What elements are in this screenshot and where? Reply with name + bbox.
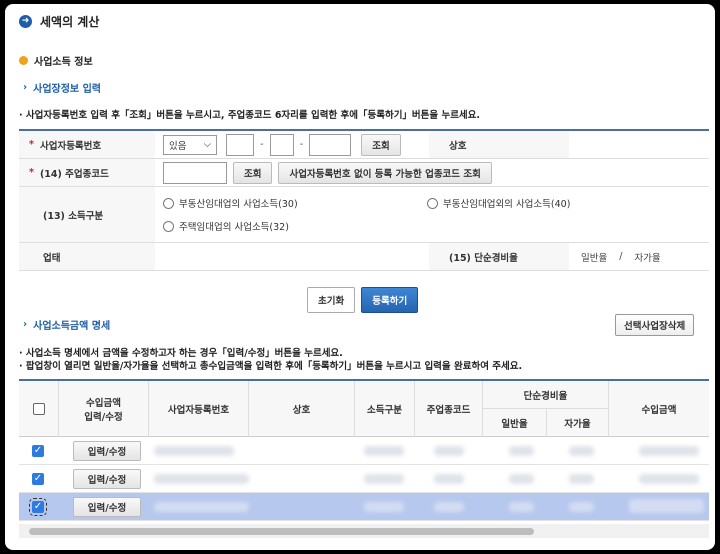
reg-no-part2-input[interactable] [269, 133, 294, 156]
radio-option-30[interactable]: 부동산임대업의 사업소득(30) [163, 196, 298, 210]
form-actions: 초기화 등록하기 [307, 287, 419, 313]
row-checkbox[interactable]: ✓ [29, 498, 47, 516]
radio-icon [427, 197, 438, 209]
income-type-options: 부동산임대업의 사업소득(30) 부동산임대업외의 사업소득(40) 주택임대업… [155, 187, 709, 242]
header-revenue: 수입금액 [641, 405, 677, 416]
header-income-type: 소득구분 [355, 381, 415, 437]
form-row-reg-no: * 사업자등록번호 있음 ⌵ - - 조회 상호 [19, 131, 709, 159]
delete-selected-button[interactable]: 선택사업장삭제 [615, 314, 695, 336]
reg-no-label: * 사업자등록번호 [19, 131, 155, 158]
horizontal-scrollbar[interactable] [19, 524, 709, 538]
redacted-revenue [639, 474, 699, 484]
subsection-income-detail: › 사업소득금액 명세 [23, 317, 110, 332]
subsection-title: 사업소득금액 명세 [33, 321, 111, 332]
redacted-income-type [364, 474, 404, 484]
redacted-self [569, 446, 594, 456]
reg-no-part1-input[interactable] [226, 133, 254, 156]
redacted-general [509, 474, 534, 484]
redacted-reg-no [154, 502, 249, 512]
section-header: 사업소득 정보 [19, 53, 93, 68]
header-simple-rate: 단순경비율 [483, 381, 609, 409]
table-row-selected: ✓ 입력/수정 [19, 493, 709, 521]
lookup-button[interactable]: 조회 [361, 133, 401, 156]
table-row: ✓ 입력/수정 [19, 437, 709, 465]
reg-no-value: 있음 ⌵ - - 조회 [155, 131, 429, 158]
code-no-reg-lookup-button[interactable]: 사업자등록번호 없이 등록 가능한 업종코드 조회 [278, 161, 492, 184]
dash-separator: - [299, 139, 304, 150]
redacted-reg-no [154, 474, 249, 484]
header-reg-no: 사업자등록번호 [149, 381, 249, 437]
chevron-down-icon: ⌵ [203, 139, 211, 150]
redacted-main-code [434, 446, 464, 456]
instruction-text-2: · 팝업창이 열리면 일반율/자가율을 선택하고 총수입금액을 입력한 후에「등… [19, 361, 523, 372]
biz-type-label: 업태 [19, 243, 155, 270]
redacted-main-code [434, 502, 464, 512]
register-button[interactable]: 등록하기 [361, 287, 419, 313]
redacted-revenue [629, 499, 704, 513]
select-all-checkbox[interactable] [32, 403, 45, 415]
code-label: * (14) 주업종코드 [19, 159, 155, 186]
chevron-right-icon: › [23, 82, 28, 93]
redacted-revenue [639, 446, 699, 456]
redacted-income-type [364, 446, 404, 456]
business-form: * 사업자등록번호 있음 ⌵ - - 조회 상호 * (14) 주업종코드 조회… [19, 129, 709, 271]
header-self-rate: 자가율 [547, 409, 609, 437]
edit-button[interactable]: 입력/수정 [73, 441, 141, 461]
header-income-edit: 수입금액 입력/수정 [59, 381, 149, 437]
section-title: 사업소득 정보 [34, 57, 93, 68]
header-general-rate: 일반율 [483, 409, 547, 437]
radio-icon [163, 197, 174, 209]
simple-rate-value: 일반율 / 자가율 [581, 251, 661, 264]
main-panel: ➜ 세액의 계산 사업소득 정보 › 사업장정보 입력 · 사업자등록번호 입력… [5, 4, 715, 550]
radio-option-40[interactable]: 부동산임대업외의 사업소득(40) [427, 196, 570, 210]
radio-icon [163, 220, 174, 232]
arrow-right-icon: ➜ [19, 15, 32, 28]
code-value: 조회 사업자등록번호 없이 등록 가능한 업종코드 조회 [155, 159, 709, 186]
page-title: 세액의 계산 [40, 15, 100, 29]
scrollbar-thumb[interactable] [29, 528, 534, 535]
subsection-business-info: › 사업장정보 입력 [23, 80, 101, 95]
reg-no-select[interactable]: 있음 ⌵ [163, 134, 217, 155]
biz-type-value [155, 243, 429, 270]
page-header: ➜ 세액의 계산 [19, 13, 99, 30]
required-mark: * [29, 139, 34, 150]
form-row-biz-type: 업태 (15) 단순경비율 일반율 / 자가율 [19, 243, 709, 271]
simple-rate-label: (15) 단순경비율 [429, 243, 569, 270]
form-row-code: * (14) 주업종코드 조회 사업자등록번호 없이 등록 가능한 업종코드 조… [19, 159, 709, 187]
subsection-title: 사업장정보 입력 [33, 84, 102, 95]
edit-button[interactable]: 입력/수정 [73, 497, 141, 517]
header-company: 상호 [249, 381, 355, 437]
reset-button[interactable]: 초기화 [307, 287, 356, 313]
header-main-code: 주업종코드 [415, 381, 483, 437]
bullet-icon [19, 56, 28, 65]
redacted-main-code [434, 474, 464, 484]
main-code-input[interactable] [163, 161, 227, 184]
redacted-income-type [364, 502, 404, 512]
required-mark: * [29, 167, 34, 178]
code-lookup-button[interactable]: 조회 [233, 161, 273, 184]
income-type-label: (13) 소득구분 [19, 187, 155, 242]
redacted-general [509, 446, 534, 456]
redacted-self [569, 502, 594, 512]
header-select-all-cell [19, 381, 59, 437]
chevron-right-icon: › [23, 319, 28, 330]
company-value [569, 131, 709, 158]
instruction-text: · 사업자등록번호 입력 후「조회」버튼을 누르시고, 주업종코드 6자리를 입… [19, 110, 481, 121]
row-checkbox[interactable]: ✓ [32, 473, 44, 485]
instruction-text-1: · 사업소득 명세에서 금액을 수정하고자 하는 경우「입력/수정」버튼을 누르… [19, 348, 343, 359]
income-grid: 수입금액 입력/수정 사업자등록번호 상호 소득구분 주업종코드 단순경비율 일… [19, 379, 709, 521]
redacted-general [509, 502, 534, 512]
reg-no-part3-input[interactable] [309, 133, 352, 156]
edit-button[interactable]: 입력/수정 [73, 469, 141, 489]
row-checkbox[interactable]: ✓ [32, 445, 44, 457]
grid-header: 수입금액 입력/수정 사업자등록번호 상호 소득구분 주업종코드 단순경비율 일… [19, 381, 709, 437]
form-row-income-type: (13) 소득구분 부동산임대업의 사업소득(30) 부동산임대업외의 사업소득… [19, 187, 709, 243]
redacted-self [569, 474, 594, 484]
redacted-reg-no [154, 446, 234, 456]
radio-option-32[interactable]: 주택임대업의 사업소득(32) [163, 219, 289, 233]
table-row: ✓ 입력/수정 [19, 465, 709, 493]
company-label: 상호 [429, 131, 569, 158]
dash-separator: - [260, 139, 264, 150]
